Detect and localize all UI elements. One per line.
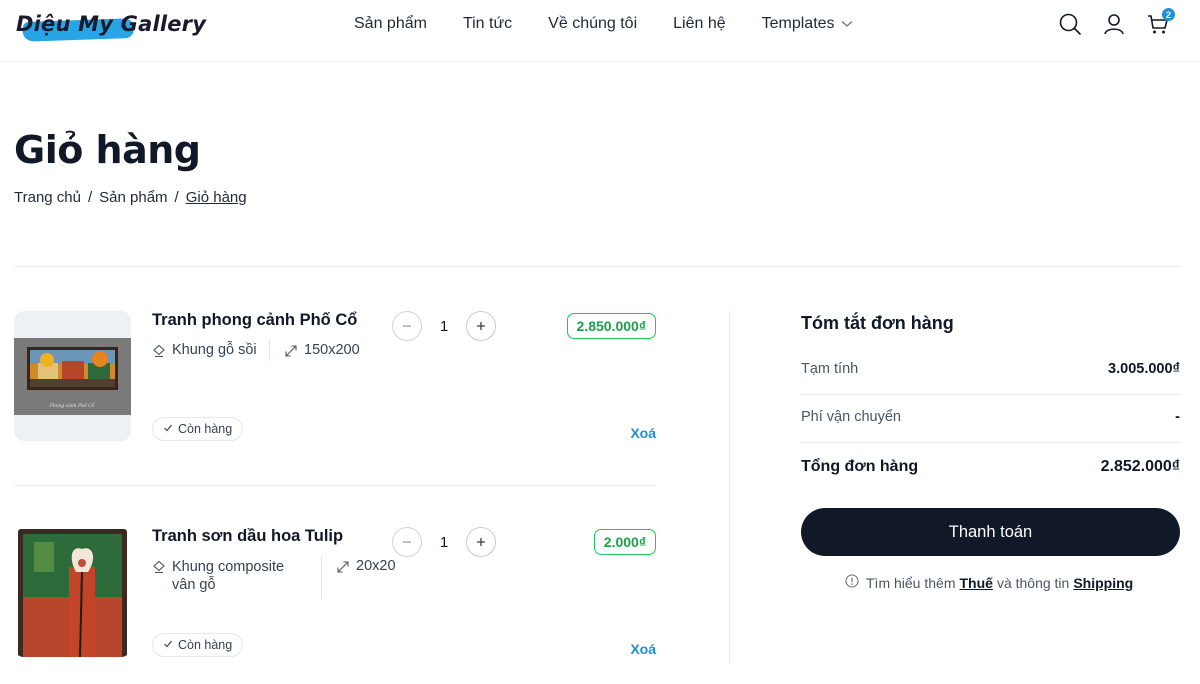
breadcrumb-separator: / [174,189,179,206]
resize-icon [284,342,304,362]
product-image[interactable]: Phong cảnh Phố Cổ [14,311,131,441]
paint-bucket-icon [152,558,172,578]
site-header: Diệu My Gallery Sản phẩm Tin tức Về chún… [0,0,1200,62]
nav-item-news[interactable]: Tin tức [463,15,512,33]
plus-icon [477,538,485,546]
breadcrumb: Trang chủ / Sản phẩm / Giỏ hàng [14,189,247,206]
attr-divider [321,555,322,599]
shipping-row: Phí vận chuyển - [801,409,1180,425]
quantity-stepper: 1 [392,311,496,341]
decrease-quantity-button[interactable] [392,527,422,557]
total-row: Tổng đơn hàng 2.852.000₫ [801,458,1180,476]
painting-caption: Phong cảnh Phố Cổ [49,402,96,409]
stock-label: Còn hàng [178,638,233,652]
nav-item-templates[interactable]: Templates [762,15,853,33]
increase-quantity-button[interactable] [466,311,496,341]
search-icon[interactable] [1058,12,1082,36]
breadcrumb-current[interactable]: Giỏ hàng [186,189,247,206]
info-prefix: Tìm hiểu thêm [866,574,956,591]
checkout-button[interactable]: Thanh toán [801,508,1180,556]
product-size: 20x20 [336,558,396,578]
divider [801,442,1180,443]
nav-label: Liên hệ [673,15,726,32]
chevron-down-icon [841,15,853,33]
increase-quantity-button[interactable] [466,527,496,557]
divider [14,266,1180,267]
nav-label: Về chúng tôi [548,15,638,32]
product-frame: Khung composite vân gỗ [152,558,292,594]
frame-label: Khung composite vân gỗ [172,559,285,593]
logo-text: Diệu My Gallery [16,12,207,36]
total-label: Tổng đơn hàng [801,458,919,475]
stock-label: Còn hàng [178,422,233,436]
cart-count-badge: 2 [1162,8,1175,21]
remove-item-button[interactable]: Xoá [630,425,656,441]
shipping-label: Phí vận chuyển [801,409,901,425]
tax-link[interactable]: Thuế [959,575,992,591]
breadcrumb-separator: / [87,189,93,206]
decrease-quantity-button[interactable] [392,311,422,341]
product-price: 2.000₫ [593,529,656,555]
product-name[interactable]: Tranh sơn dầu hoa Tulip [152,527,343,546]
plus-icon [477,322,485,330]
subtotal-value: 3.005.000₫ [1108,361,1180,377]
product-frame: Khung gỗ sồi [152,342,257,362]
nav-label: Tin tức [462,15,513,32]
stock-badge: Còn hàng [152,417,244,441]
divider [14,485,656,486]
size-label: 20x20 [356,558,396,574]
nav-item-about[interactable]: Về chúng tôi [548,15,637,33]
total-value: 2.852.000₫ [1100,458,1180,475]
remove-item-button[interactable]: Xoá [630,641,656,657]
subtotal-label: Tạm tính [801,361,859,377]
divider [801,394,1180,395]
breadcrumb-products[interactable]: Sản phẩm [99,189,167,206]
info-note: Tìm hiểu thêm Thuế và thông tin Shipping [845,574,1133,591]
size-label: 150x200 [304,342,360,358]
cart-icon[interactable]: 2 [1146,8,1175,36]
quantity-value[interactable]: 1 [422,534,466,551]
nav-label: Sản phẩm [354,15,427,32]
page-title: Giỏ hàng [14,128,201,172]
paint-bucket-icon [152,342,172,362]
quantity-stepper: 1 [392,527,496,557]
main-nav: Sản phẩm Tin tức Về chúng tôi Liên hệ Te… [354,15,889,33]
nav-label: Templates [761,15,835,32]
shipping-link[interactable]: Shipping [1073,575,1133,591]
nav-item-products[interactable]: Sản phẩm [354,15,427,33]
product-price: 2.850.000₫ [566,313,656,339]
summary-title: Tóm tắt đơn hàng [801,313,954,333]
info-icon [845,574,866,591]
column-divider [729,311,730,663]
info-mid: và thông tin [996,574,1070,591]
resize-icon [336,558,356,578]
check-icon [163,638,173,652]
subtotal-row: Tạm tính 3.005.000₫ [801,361,1180,377]
product-image[interactable] [14,527,131,657]
stock-badge: Còn hàng [152,633,244,657]
user-icon[interactable] [1102,12,1126,36]
product-name[interactable]: Tranh phong cảnh Phố Cổ [152,311,357,330]
frame-label: Khung gỗ sồi [172,342,257,358]
minus-icon [403,325,411,327]
breadcrumb-home[interactable]: Trang chủ [14,189,81,206]
header-actions: 2 [1038,8,1175,36]
attr-divider [269,339,270,361]
shipping-value: - [1175,409,1180,425]
nav-item-contact[interactable]: Liên hệ [673,15,726,33]
check-icon [163,422,173,436]
site-logo[interactable]: Diệu My Gallery [14,6,206,46]
product-size: 150x200 [284,342,360,362]
minus-icon [403,541,411,543]
quantity-value[interactable]: 1 [422,318,466,335]
